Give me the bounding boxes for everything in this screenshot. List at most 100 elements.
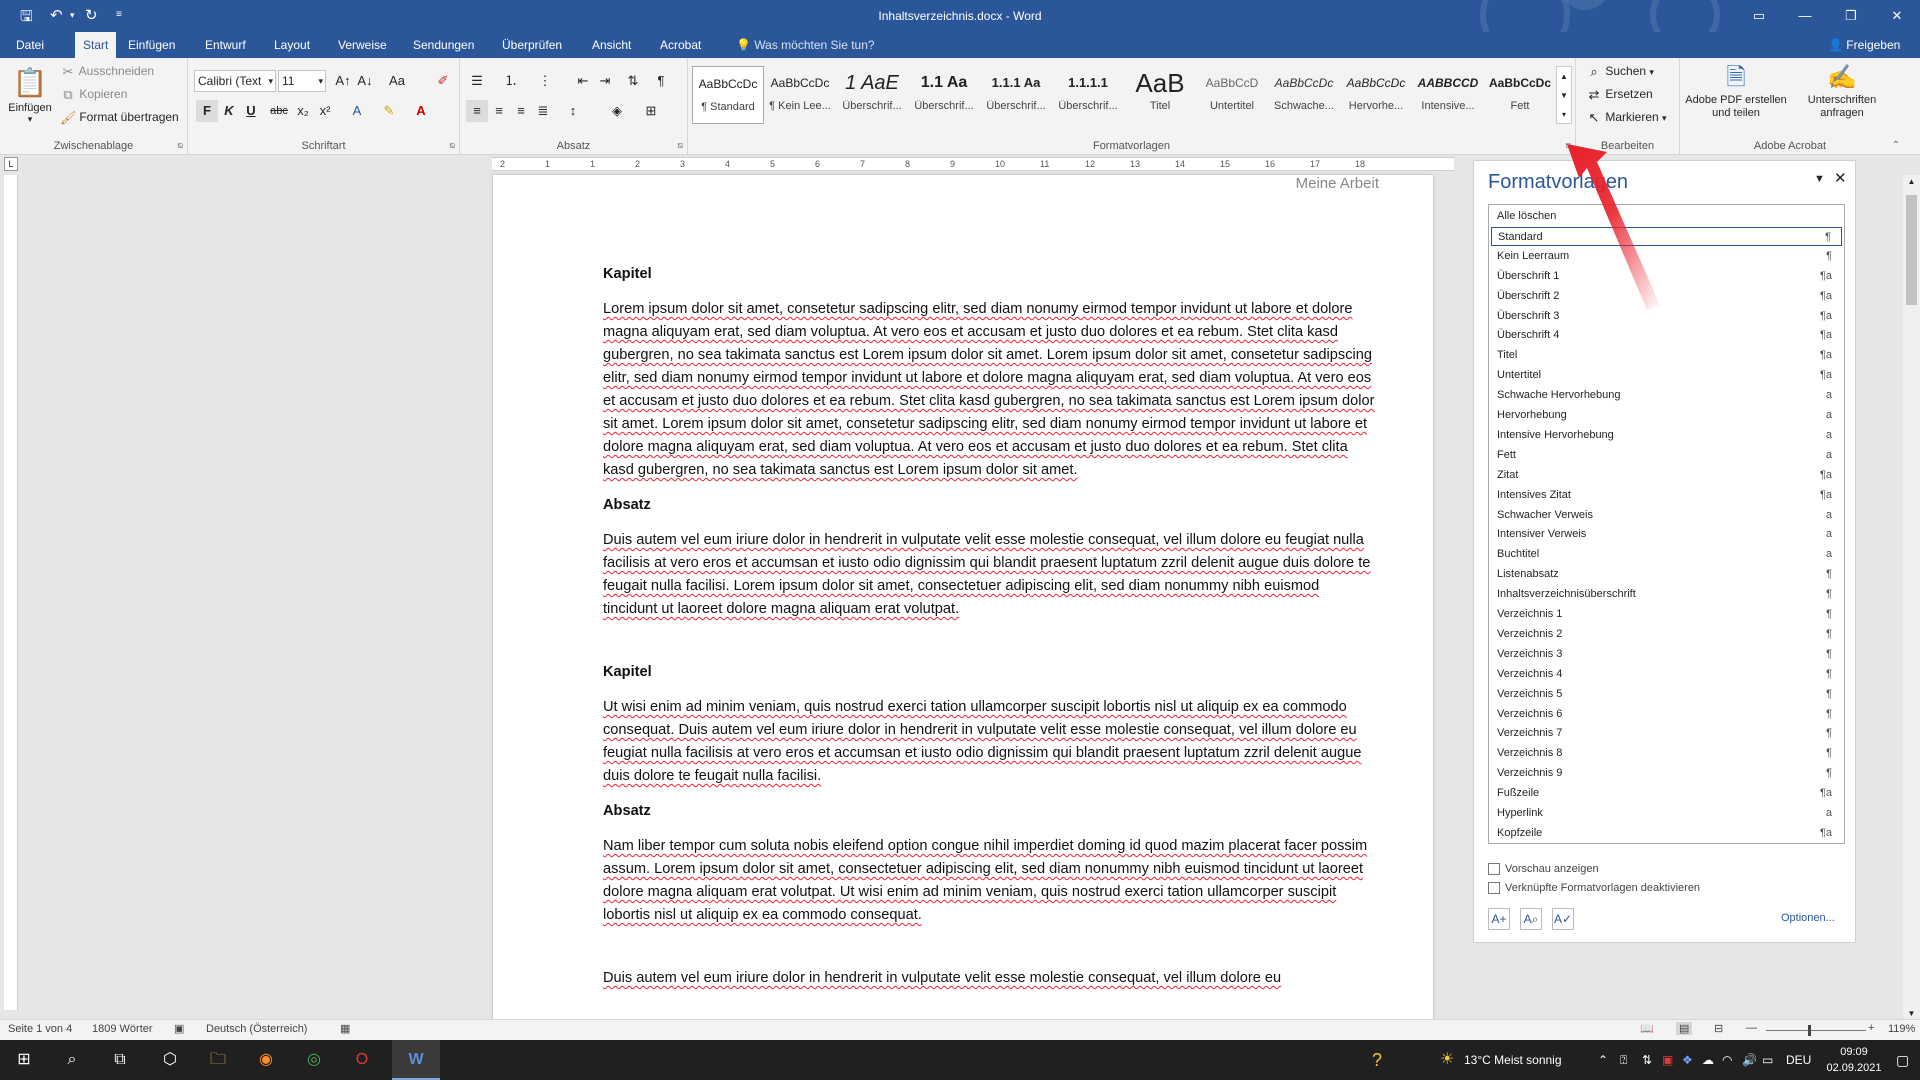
show-preview-checkbox[interactable]: Vorschau anzeigen xyxy=(1488,863,1599,876)
style-list-item[interactable]: Überschrift 3 ¶a xyxy=(1491,307,1842,326)
dialog-launcher-icon[interactable]: ⧅ xyxy=(177,140,183,151)
scroll-thumb[interactable] xyxy=(1906,195,1917,305)
firefox-icon[interactable]: ◉ xyxy=(242,1040,290,1080)
grow-font-icon[interactable]: A↑ xyxy=(332,70,354,92)
change-case-icon[interactable]: Aa xyxy=(386,70,408,92)
collapse-ribbon-icon[interactable]: ⌃ xyxy=(1892,140,1900,151)
create-pdf-button[interactable]: 🗎 Adobe PDF erstellen und teilen xyxy=(1684,62,1788,120)
style-list-item[interactable]: Verzeichnis 8 ¶ xyxy=(1491,744,1842,763)
close-pane-icon[interactable]: ✕ xyxy=(1834,169,1847,187)
gallery-more-icon[interactable]: ▾ xyxy=(1557,105,1571,124)
style-list-item[interactable]: Überschrift 4 ¶a xyxy=(1491,326,1842,345)
zoom-level[interactable]: 119% xyxy=(1888,1023,1915,1035)
increase-indent-icon[interactable]: ⇥ xyxy=(594,70,616,92)
tab-selector[interactable]: L xyxy=(4,157,18,171)
vertical-scrollbar[interactable]: ▲ ▼ xyxy=(1903,175,1920,1020)
style-gallery-item[interactable]: AaBbCcDc Hervorhe... xyxy=(1340,66,1412,124)
select-button[interactable]: ↖ Markieren ▾ xyxy=(1586,110,1667,126)
bullets-icon[interactable]: ☰ xyxy=(466,70,488,92)
disable-linked-checkbox[interactable]: Verknüpfte Formatvorlagen deaktivieren xyxy=(1488,882,1700,895)
minimize-button[interactable]: — xyxy=(1782,0,1828,32)
style-list-item[interactable]: Schwache Hervorhebung a xyxy=(1491,386,1842,405)
document-paragraph[interactable]: Lorem ipsum dolor sit amet, consetetur s… xyxy=(603,298,1376,482)
style-list-item[interactable]: Fett a xyxy=(1491,446,1842,465)
style-list-item[interactable]: Überschrift 1 ¶a xyxy=(1491,267,1842,286)
style-list-item[interactable]: Titel ¶a xyxy=(1491,346,1842,365)
maximize-button[interactable]: ❐ xyxy=(1828,0,1874,32)
style-gallery-item[interactable]: 1.1.1.1 Überschrif... xyxy=(1052,66,1124,124)
dialog-launcher-icon[interactable]: ⧅ xyxy=(449,140,455,151)
clock[interactable]: 09:09 02.09.2021 xyxy=(1814,1044,1894,1076)
text-effects-icon[interactable]: A xyxy=(346,100,368,122)
volume-icon[interactable]: 🔊 xyxy=(1742,1040,1757,1080)
style-list-item[interactable]: Kopfzeile ¶a xyxy=(1491,824,1842,843)
onedrive-icon[interactable]: ☁ xyxy=(1702,1040,1714,1080)
style-list-item[interactable]: Intensiver Verweis a xyxy=(1491,525,1842,544)
battery-icon[interactable]: ▭ xyxy=(1762,1040,1773,1080)
scroll-down-icon[interactable]: ▼ xyxy=(1905,1009,1918,1018)
decrease-indent-icon[interactable]: ⇤ xyxy=(572,70,594,92)
scroll-up-icon[interactable]: ▲ xyxy=(1905,177,1918,186)
font-name-select[interactable]: Calibri (Text ▾ xyxy=(194,70,276,92)
network-icon[interactable]: ⇅ xyxy=(1642,1040,1652,1080)
style-list-item[interactable]: Verzeichnis 2 ¶ xyxy=(1491,625,1842,644)
chevron-up-icon[interactable]: ⌃ xyxy=(1598,1040,1608,1080)
style-list-item[interactable]: Untertitel ¶a xyxy=(1491,366,1842,385)
shading-icon[interactable]: ◈ xyxy=(606,100,628,122)
tab-einfuegen[interactable]: Einfügen xyxy=(120,32,183,58)
clear-formatting-icon[interactable]: ✐ xyxy=(432,70,454,92)
document-paragraph[interactable]: Duis autem vel eum iriure dolor in hendr… xyxy=(603,529,1376,621)
opera-icon[interactable]: O xyxy=(338,1040,386,1080)
line-spacing-icon[interactable]: ↕ xyxy=(562,100,584,122)
strikethrough-icon[interactable]: abc xyxy=(268,100,290,122)
style-list-item[interactable]: Kein Leerraum ¶ xyxy=(1491,247,1842,266)
style-list-item[interactable]: Schwacher Verweis a xyxy=(1491,506,1842,525)
app-icon-vpn[interactable]: ⬡ xyxy=(146,1040,194,1080)
macro-icon[interactable]: ▦ xyxy=(340,1022,350,1035)
pilcrow-icon[interactable]: ¶ xyxy=(650,70,672,92)
tab-verweise[interactable]: Verweise xyxy=(330,32,395,58)
style-gallery-item[interactable]: AABBCCD Intensive... xyxy=(1412,66,1484,124)
numbering-icon[interactable]: ⒈ xyxy=(500,70,522,92)
chevron-up-icon[interactable]: ▲ xyxy=(1557,67,1571,86)
italic-button[interactable]: K xyxy=(218,100,240,122)
document-paragraph[interactable]: Nam liber tempor cum soluta nobis eleife… xyxy=(603,835,1376,927)
style-list-item[interactable]: Verzeichnis 4 ¶ xyxy=(1491,665,1842,684)
document-paragraph[interactable]: Ut wisi enim ad minim veniam, quis nostr… xyxy=(603,696,1376,788)
document-heading[interactable]: Kapitel xyxy=(603,661,1376,684)
tab-start[interactable]: Start xyxy=(75,32,117,58)
style-list-item[interactable]: Verzeichnis 1 ¶ xyxy=(1491,605,1842,624)
sort-icon[interactable]: ⇅ xyxy=(622,70,644,92)
tab-ansicht[interactable]: Ansicht xyxy=(584,32,639,58)
document-heading[interactable]: Kapitel xyxy=(603,263,1376,286)
bold-button[interactable]: F xyxy=(196,100,218,122)
style-gallery-item[interactable]: AaBbCcD Untertitel xyxy=(1196,66,1268,124)
help-icon[interactable]: ? xyxy=(1372,1040,1382,1080)
style-gallery-item[interactable]: 1.1 Aa Überschrif... xyxy=(908,66,980,124)
web-layout-icon[interactable]: ⊟ xyxy=(1714,1022,1723,1035)
tab-acrobat[interactable]: Acrobat xyxy=(652,32,709,58)
cut-button[interactable]: ✂ Ausschneiden xyxy=(60,64,155,80)
help-tray-icon[interactable]: ⍰ xyxy=(1620,1040,1627,1080)
horizontal-ruler[interactable]: 2 1 1 2 3 4 5 6 7 8 9 10 11 12 13 14 15 16 17 18 xyxy=(492,157,1454,171)
zoom-slider-thumb[interactable] xyxy=(1808,1025,1811,1036)
copy-button[interactable]: ⧉ Kopieren xyxy=(60,87,127,103)
gallery-scroll[interactable]: ▲ ▼ ▾ xyxy=(1556,66,1572,124)
tab-layout[interactable]: Layout xyxy=(266,32,318,58)
multilevel-list-icon[interactable]: ⋮ xyxy=(534,70,556,92)
style-list-item[interactable]: Standard ¶ xyxy=(1491,226,1842,246)
style-list-item[interactable]: Verzeichnis 6 ¶ xyxy=(1491,705,1842,724)
align-right-icon[interactable]: ≡ xyxy=(510,100,532,122)
manage-styles-icon[interactable]: A✓ xyxy=(1552,908,1574,930)
word-count[interactable]: 1809 Wörter xyxy=(92,1023,153,1035)
dialog-launcher-icon[interactable]: ⧅ xyxy=(677,140,683,151)
style-list-item[interactable]: Intensive Hervorhebung a xyxy=(1491,426,1842,445)
style-list-item[interactable]: Überschrift 2 ¶a xyxy=(1491,287,1842,306)
style-gallery-item[interactable]: 1.1.1 Aa Überschrif... xyxy=(980,66,1052,124)
page-count[interactable]: Seite 1 von 4 xyxy=(8,1023,72,1035)
tell-me-search[interactable]: 💡 Was möchten Sie tun? xyxy=(728,32,883,58)
paste-button[interactable]: 📋 Einfügen ▾ xyxy=(8,64,52,125)
ribbon-display-icon[interactable]: ▭ xyxy=(1736,0,1782,32)
zoom-out-icon[interactable]: — xyxy=(1746,1022,1757,1034)
style-gallery-item[interactable]: AaBbCcDc Schwache... xyxy=(1268,66,1340,124)
